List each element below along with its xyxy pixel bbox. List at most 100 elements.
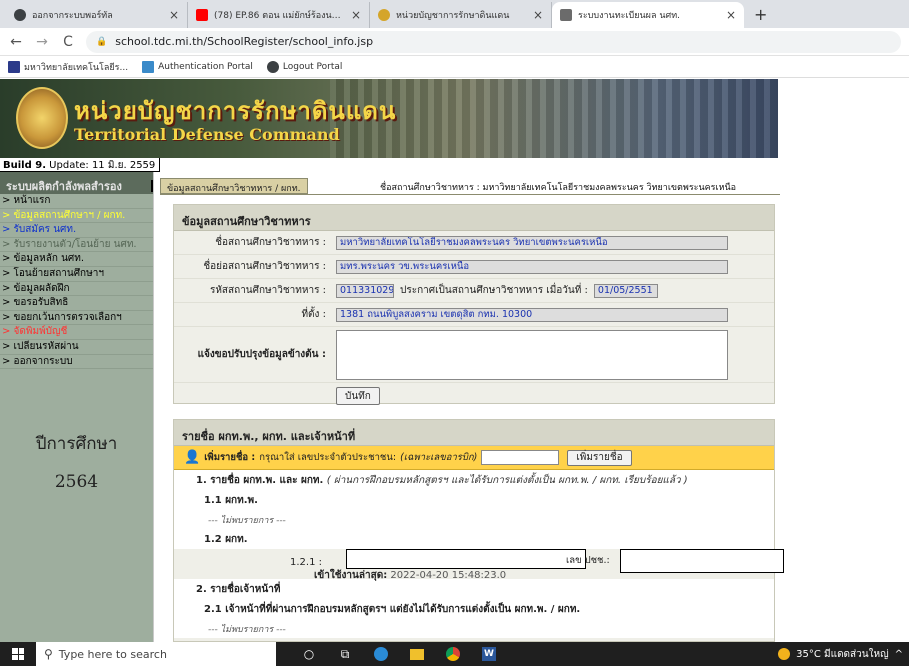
request-update-row: แจ้งขอปรับปรุงข้อมูลข้างต้น : (174, 327, 774, 383)
site-banner: หน่วยบัญชาการรักษาดินแดน Territorial Def… (0, 79, 778, 158)
sidebar-item-transfer-school[interactable]: > โอนย้ายสถานศึกษาฯ (0, 267, 153, 282)
system-tray: 35°C มีแดดส่วนใหญ่ ^ (778, 642, 903, 666)
section-1-title: 1. รายชื่อ ผกท.พ. และ ผกท. ( ผ่านการฝึกอ… (174, 470, 774, 490)
address-row: ที่ตั้ง : 1381 ถนนพิบูลสงคราม เขตดุสิต ก… (174, 303, 774, 327)
tdc-favicon-icon (378, 9, 390, 21)
bookmark-logout-portal[interactable]: Logout Portal (266, 60, 343, 73)
school-name-field: มหาวิทยาลัยเทคโนโลยีราชมงคลพระนคร วิทยาเ… (336, 235, 728, 250)
school-panel-title: ข้อมูลสถานศึกษาวิชาทหาร (174, 205, 774, 231)
sidebar-item-rights[interactable]: > ขอรอรับสิทธิ (0, 296, 153, 311)
academic-year-label: ปีการศึกษา (35, 434, 118, 454)
citizen-id-input[interactable] (481, 450, 560, 465)
tab-title: ระบบงานทะเบียนผล นศท. (578, 11, 680, 21)
bookmark-label: มหาวิทยาลัยเทคโนโลยีร... (24, 62, 129, 73)
tab-close-icon[interactable]: × (351, 8, 361, 22)
record-1-2-1: 1.2.1 : เลข ปชช.: เข้าใช้งานล่าสุด: 2022… (174, 549, 784, 581)
main-content: ข้อมูลสถานศึกษาวิชาทหาร / ผกท. ชื่อสถานศ… (160, 172, 909, 642)
tab-close-icon[interactable]: × (169, 8, 179, 22)
request-update-textarea[interactable] (336, 329, 728, 380)
browser-tab-strip: ออกจากระบบพอร์ทัล × (78) EP.86 ตอน แม่ยั… (0, 0, 909, 28)
breadcrumb-divider (160, 194, 780, 195)
tray-expand-icon[interactable]: ^ (895, 649, 903, 660)
new-tab-button[interactable]: + (744, 5, 777, 28)
add-name-button[interactable]: เพิ่มรายชื่อ (567, 449, 632, 466)
bookmark-label: Authentication Portal (158, 61, 253, 72)
add-user-icon: 👤 (184, 450, 201, 465)
register-favicon-icon (560, 9, 572, 21)
bookmark-label: Logout Portal (282, 61, 343, 72)
sidebar-item-apply[interactable]: > รับสมัคร นศท. (0, 223, 153, 238)
section-1-label: 1. รายชื่อ ผกท.พ. และ ผกท. (196, 475, 324, 486)
reload-icon[interactable]: C (60, 34, 76, 50)
lock-icon: 🔒 (96, 36, 108, 47)
school-code-label: รหัสสถานศึกษาวิชาทหาร : (209, 285, 326, 296)
sidebar-item-logout[interactable]: > ออกจากระบบ (0, 355, 153, 370)
word-icon[interactable]: W (480, 645, 498, 663)
breadcrumb-school-name: ชื่อสถานศึกษาวิชาทหาร : มหาวิทยาลัยเทคโน… (380, 183, 737, 193)
sidebar-item-change-password[interactable]: > เปลี่ยนรหัสผ่าน (0, 340, 153, 355)
save-button[interactable]: บันทึก (336, 387, 380, 405)
taskbar-apps: ○ ⧉ W (300, 645, 498, 663)
banner-english-title: Territorial Defense Command (74, 125, 340, 144)
school-name-label: ชื่อสถานศึกษาวิชาทหาร : (215, 237, 326, 248)
edge-icon[interactable] (372, 645, 390, 663)
sidebar-item-print-list[interactable]: > จัดพิมพ์บัญชี (0, 325, 153, 340)
browser-tab-tdc[interactable]: หน่วยบัญชาการรักษาดินแดน × (370, 2, 552, 28)
staff-panel: รายชื่อ ผกท.พ., ผกท. และเจ้าหน้าที่ 👤 เพ… (173, 419, 784, 642)
sidebar-header: ระบบผลิตกำลังพลสำรอง (0, 172, 153, 194)
banner-parade-photo (330, 79, 778, 158)
sidebar-item-exemption[interactable]: > ขอยกเว้นการตรวจเลือกฯ (0, 311, 153, 326)
sidebar-item-home[interactable]: > หน้าแรก (0, 194, 153, 209)
address-bar: ← → C 🔒 school.tdc.mi.th/SchoolRegister/… (0, 28, 909, 56)
school-short-name-label: ชื่อย่อสถานศึกษาวิชาทหาร : (203, 261, 326, 272)
tab-close-icon[interactable]: × (533, 8, 543, 22)
address-label: ที่ตั้ง : (301, 309, 326, 320)
bookmarks-bar: มหาวิทยาลัยเทคโนโลยีร... Authentication … (0, 56, 909, 78)
section-2-1-empty: --- ไม่พบรายการ --- (208, 625, 286, 635)
record-number: 1.2.1 : (290, 557, 322, 568)
forward-arrow-icon[interactable]: → (34, 34, 50, 50)
weather-text[interactable]: 35°C มีแดดส่วนใหญ่ (796, 647, 888, 662)
school-short-name-field: มทร.พระนคร วข.พระนครเหนือ (336, 259, 728, 274)
sidebar-item-training-batch[interactable]: > ข้อมูลผลัดฝึก (0, 282, 153, 297)
section-1-note: ( ผ่านการฝึกอบรมหลักสูตรฯ และได้รับการแต… (326, 475, 688, 486)
last-login: เข้าใช้งานล่าสุด: 2022-04-20 15:48:23.0 (314, 568, 506, 583)
cortana-icon[interactable]: ○ (300, 645, 318, 663)
school-name-row: ชื่อสถานศึกษาวิชาทหาร : มหาวิทยาลัยเทคโน… (174, 231, 774, 255)
bookmark-university[interactable]: มหาวิทยาลัยเทคโนโลยีร... (8, 60, 128, 74)
staff-panel-title: รายชื่อ ผกท.พ., ผกท. และเจ้าหน้าที่ (174, 420, 774, 446)
task-view-icon[interactable]: ⧉ (336, 645, 354, 663)
browser-tab-logout-portal[interactable]: ออกจากระบบพอร์ทัล × (6, 2, 188, 28)
weather-sun-icon (778, 648, 791, 660)
citizen-id-label: เลข ปชช.: (566, 555, 610, 566)
add-name-label: เพิ่มรายชื่อ : (204, 452, 256, 463)
back-arrow-icon[interactable]: ← (8, 34, 24, 50)
bookmark-auth-portal[interactable]: Authentication Portal (142, 60, 253, 73)
search-icon: ⚲ (44, 647, 53, 661)
school-code-row: รหัสสถานศึกษาวิชาทหาร : 011331029 ประกาศ… (174, 279, 774, 303)
staff-list: 1. รายชื่อ ผกท.พ. และ ผกท. ( ผ่านการฝึกอ… (174, 470, 784, 638)
chrome-icon[interactable] (444, 645, 462, 663)
taskbar-search[interactable]: ⚲ Type here to search (36, 642, 276, 666)
windows-taskbar: ⚲ Type here to search ○ ⧉ W 35°C มีแดดส่… (0, 642, 909, 666)
sidebar-item-school-info[interactable]: > ข้อมูลสถานศึกษาฯ / ผกท. (0, 209, 153, 224)
tab-title: หน่วยบัญชาการรักษาดินแดน (396, 11, 510, 21)
file-explorer-icon[interactable] (408, 645, 426, 663)
build-info: Build 9. Update: 11 มิ.ย. 2559 (0, 158, 160, 172)
breadcrumb-tab[interactable]: ข้อมูลสถานศึกษาวิชาทหาร / ผกท. (160, 178, 308, 194)
browser-tab-youtube[interactable]: (78) EP.86 ตอน แม่ยักษ์ร้องนางยเลียว × (188, 2, 370, 28)
build-label: Build 9. (3, 160, 46, 171)
browser-tab-register[interactable]: ระบบงานทะเบียนผล นศท. × (552, 2, 744, 28)
redacted-name-box (346, 549, 586, 569)
url-field[interactable]: 🔒 school.tdc.mi.th/SchoolRegister/school… (86, 30, 901, 53)
sidebar-item-main-data[interactable]: > ข้อมูลหลัก นศท. (0, 252, 153, 267)
sidebar-item-report-transfer[interactable]: > รับรายงานตัว/โอนย้าย นศท. (0, 238, 153, 253)
tab-close-icon[interactable]: × (726, 8, 736, 22)
section-2-1-title: 2.1 เจ้าหน้าที่ที่ผ่านการฝึกอบรมหลักสูตร… (204, 604, 581, 615)
start-button[interactable] (0, 642, 36, 666)
redacted-id-box (620, 549, 784, 573)
request-update-label: แจ้งขอปรับปรุงข้อมูลข้างต้น : (197, 349, 326, 360)
url-text: school.tdc.mi.th/SchoolRegister/school_i… (115, 35, 374, 48)
save-row: บันทึก (174, 383, 774, 409)
last-login-label: เข้าใช้งานล่าสุด: (314, 570, 388, 581)
